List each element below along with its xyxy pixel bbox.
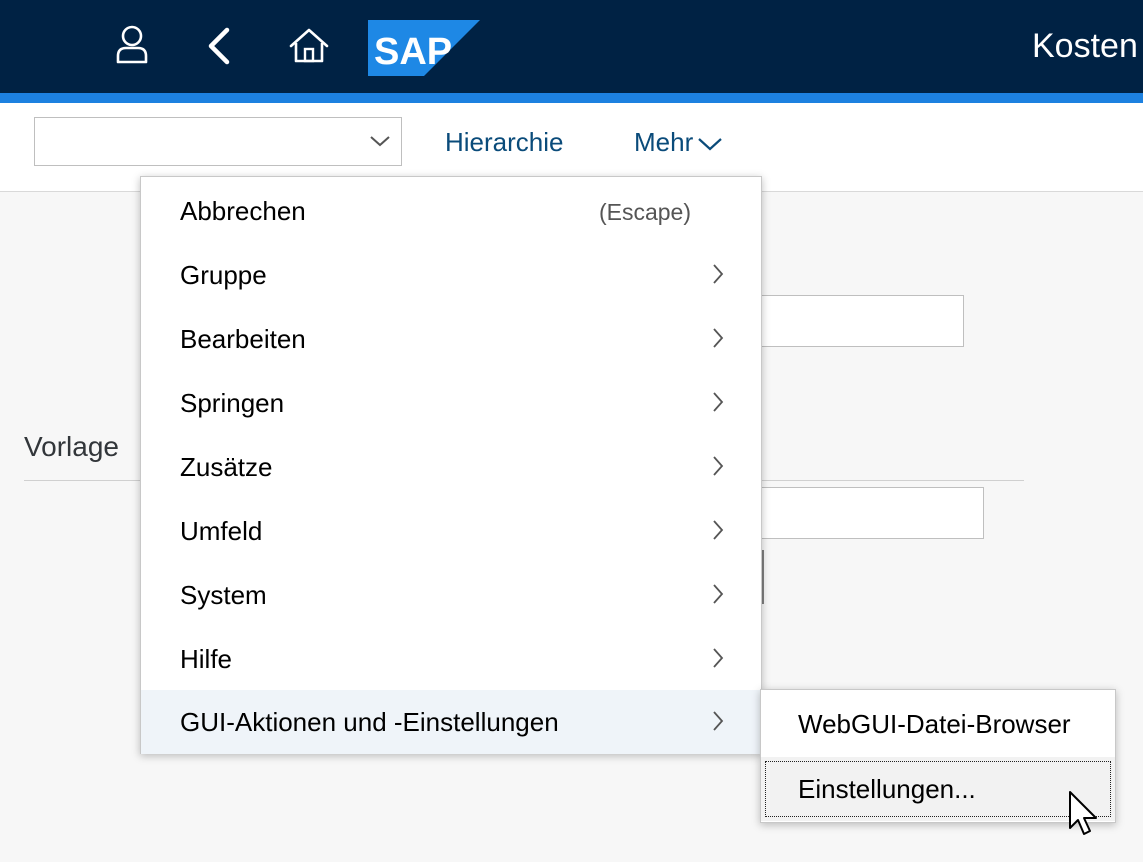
user-icon[interactable] xyxy=(108,22,156,70)
chevron-right-icon xyxy=(713,584,724,604)
mehr-label: Mehr xyxy=(634,127,694,157)
menu-item-abbrechen[interactable]: Abbrechen (Escape) xyxy=(141,179,761,243)
home-icon[interactable] xyxy=(285,22,333,70)
menu-item-label: Gruppe xyxy=(180,260,267,290)
menu-item-label: Umfeld xyxy=(180,516,263,546)
chevron-right-icon xyxy=(713,648,724,668)
variant-combobox[interactable] xyxy=(34,117,402,166)
menu-item-label: Zusätze xyxy=(180,452,273,482)
chevron-right-icon xyxy=(713,711,724,731)
app-title: Kosten xyxy=(1032,27,1138,65)
sap-logo-text: SAP xyxy=(374,31,452,73)
sap-logo[interactable]: SAP xyxy=(368,20,480,76)
submenu-item-label: WebGUI-Datei-Browser xyxy=(798,709,1071,739)
back-arrow-icon[interactable] xyxy=(196,22,244,70)
menu-item-label: GUI-Aktionen und -Einstellungen xyxy=(180,707,559,737)
input-field[interactable] xyxy=(740,295,964,347)
menu-item-hilfe[interactable]: Hilfe xyxy=(141,627,761,691)
mouse-cursor-icon xyxy=(1069,791,1097,835)
gui-aktionen-submenu: WebGUI-Datei-Browser Einstellungen... xyxy=(760,689,1116,823)
menu-item-gruppe[interactable]: Gruppe xyxy=(141,243,761,307)
section-title-vorlage: Vorlage xyxy=(24,431,119,462)
chevron-right-icon xyxy=(713,328,724,348)
chevron-right-icon xyxy=(713,456,724,476)
submenu-item-label: Einstellungen... xyxy=(798,774,976,804)
menu-item-label: Bearbeiten xyxy=(180,324,306,354)
submenu-item-einstellungen[interactable]: Einstellungen... xyxy=(761,757,1115,821)
menu-item-system[interactable]: System xyxy=(141,563,761,627)
menu-item-umfeld[interactable]: Umfeld xyxy=(141,499,761,563)
shell-accent-bar xyxy=(0,93,1143,103)
mehr-button[interactable]: Mehr xyxy=(634,125,723,159)
chevron-down-icon[interactable] xyxy=(369,134,391,148)
menu-item-label: Abbrechen xyxy=(180,196,306,226)
submenu-item-webgui-datei-browser[interactable]: WebGUI-Datei-Browser xyxy=(761,692,1115,756)
divider xyxy=(762,550,764,604)
menu-item-shortcut: (Escape) xyxy=(598,199,691,225)
chevron-right-icon xyxy=(713,392,724,412)
shell-bar: SAP Kosten xyxy=(0,0,1143,93)
chevron-right-icon xyxy=(713,520,724,540)
mehr-dropdown-menu: Abbrechen (Escape) Gruppe Bearbeiten Spr… xyxy=(140,176,762,754)
menu-item-label: Springen xyxy=(180,388,285,418)
menu-item-bearbeiten[interactable]: Bearbeiten xyxy=(141,307,761,371)
chevron-right-icon xyxy=(713,264,724,284)
input-field[interactable] xyxy=(740,487,984,539)
menu-item-label: Hilfe xyxy=(180,644,233,674)
menu-item-label: System xyxy=(180,580,267,610)
menu-item-springen[interactable]: Springen xyxy=(141,371,761,435)
menu-item-zusaetze[interactable]: Zusätze xyxy=(141,435,761,499)
hierarchie-button[interactable]: Hierarchie xyxy=(445,125,564,159)
menu-item-gui-aktionen[interactable]: GUI-Aktionen und -Einstellungen xyxy=(141,690,761,754)
chevron-down-icon xyxy=(698,138,722,151)
